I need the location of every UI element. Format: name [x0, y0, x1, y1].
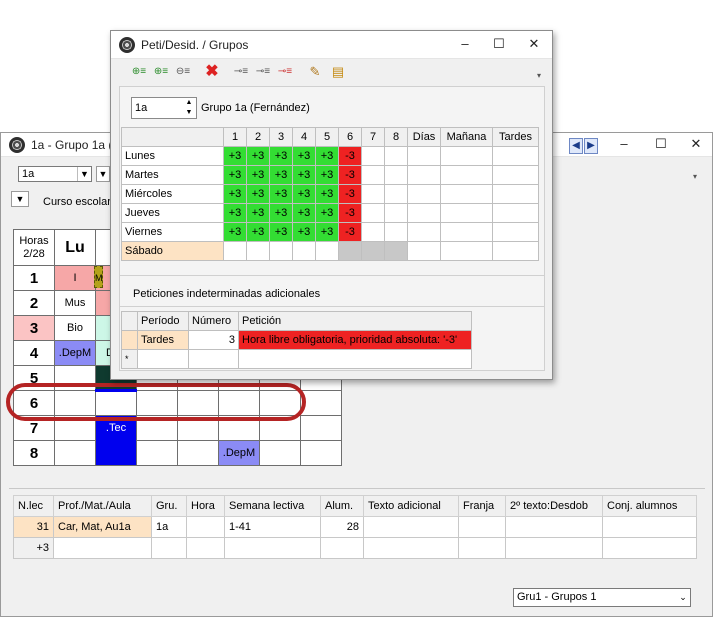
lesson-cell[interactable]: .DepM [54, 340, 96, 366]
day-label: Miércoles [121, 184, 224, 204]
day-label: Sábado [121, 241, 224, 261]
lesson-cell[interactable]: Bio [54, 315, 96, 341]
col-desdob[interactable]: 2º texto:Desdob [505, 495, 603, 517]
options-dropdown-button[interactable]: ▼ [11, 191, 29, 207]
school-year-label: Curso escolar: [43, 196, 114, 208]
lessons-header-row: N.lec Prof./Mat./Aula Gru. Hora Semana l… [13, 495, 697, 517]
toolbar-overflow-icon[interactable]: ▾ [693, 172, 697, 181]
additional-requests-grid: Período Número Petición Tardes 3 Hora li… [121, 311, 472, 369]
day-label: Jueves [121, 203, 224, 223]
col-nlec[interactable]: N.lec [13, 495, 54, 517]
highlight-oval [6, 383, 306, 421]
chevron-down-icon: ⌄ [679, 592, 687, 602]
col-alum[interactable]: Alum. [320, 495, 364, 517]
hours-header: Horas 2/28 [13, 229, 55, 266]
assign-all-icon[interactable]: ⊸≡ [253, 64, 273, 80]
back-window-title: 1a - Grupo 1a ( [31, 137, 113, 152]
additional-title: Peticiones indeterminadas adicionales [133, 288, 321, 300]
day-label: Viernes [121, 222, 224, 242]
chevron-down-icon: ▼ [77, 167, 91, 181]
lesson-cell-tec[interactable]: .Tec [95, 415, 137, 466]
lesson-cell[interactable]: Mus [54, 290, 96, 316]
col-gru[interactable]: Gru. [151, 495, 187, 517]
class-select-value: 1a [22, 168, 35, 180]
next-arrow-icon[interactable]: ▶ [584, 138, 598, 154]
col-franja[interactable]: Franja [458, 495, 506, 517]
requests-window: Peti/Desid. / Grupos – ☐ ✕ ⊕≡ ⊕≡ ⊖≡ ✖ ⊸≡… [110, 30, 553, 380]
period-1: 1 [13, 265, 55, 291]
untis-app-icon [119, 36, 135, 53]
table-row[interactable]: +3 [13, 537, 697, 559]
back-close-button[interactable]: ✕ [676, 133, 713, 155]
additional-header-row: Período Número Petición [121, 311, 472, 331]
day-row: Martes +3 +3 +3 +3 +3 -3 [121, 165, 539, 185]
period-3: 3 [13, 315, 55, 341]
lesson-marker: M [94, 266, 103, 288]
period-8: 8 [13, 440, 55, 466]
table-row[interactable]: * [121, 349, 472, 369]
day-row: Miércoles +3 +3 +3 +3 +3 -3 [121, 184, 539, 204]
period-4: 4 [13, 340, 55, 366]
period-2: 2 [13, 290, 55, 316]
col-conj[interactable]: Conj. alumnos [602, 495, 697, 517]
day-row: Sábado [121, 241, 539, 261]
time-request-grid: 1 2 3 4 5 6 7 8 Días Mañana Tardes Lunes… [121, 127, 539, 261]
lessons-grid: N.lec Prof./Mat./Aula Gru. Hora Semana l… [13, 495, 697, 559]
table-row[interactable]: 31 Car, Mat, Au1a 1a 1-41 28 [13, 516, 697, 538]
back-minimize-button[interactable]: – [604, 133, 644, 155]
front-close-button[interactable]: ✕ [514, 33, 554, 55]
spin-up-icon[interactable]: ▲ [182, 98, 196, 108]
day-row: Lunes +3 +3 +3 +3 +3 -3 [121, 146, 539, 166]
new-row-marker: * [121, 349, 138, 369]
col-prof[interactable]: Prof./Mat./Aula [53, 495, 152, 517]
divider [9, 488, 705, 489]
grid-header-row: 1 2 3 4 5 6 7 8 Días Mañana Tardes [121, 127, 539, 147]
toolbar-overflow-icon[interactable]: ▾ [537, 71, 541, 80]
class-select[interactable]: 1a ▼ [18, 166, 92, 182]
settings-icon[interactable]: ✎ [306, 64, 324, 80]
group-spin-input[interactable]: 1a ▲ ▼ [131, 97, 197, 119]
group-label: Grupo 1a (Fernández) [201, 102, 310, 114]
lesson-cell[interactable]: I [54, 265, 96, 291]
class-dropdown-button[interactable]: ▼ [96, 166, 110, 182]
lesson-cell[interactable]: .DepM [218, 440, 260, 466]
request-neutral-icon[interactable]: ⊖≡ [173, 64, 193, 80]
back-maximize-button[interactable]: ☐ [641, 133, 681, 155]
day-label: Lunes [121, 146, 224, 166]
day-header-lu[interactable]: Lu [54, 229, 96, 266]
front-maximize-button[interactable]: ☐ [479, 33, 519, 55]
day-row: Jueves +3 +3 +3 +3 +3 -3 [121, 203, 539, 223]
front-window-title: Peti/Desid. / Grupos [141, 37, 249, 52]
day-row: Viernes +3 +3 +3 +3 +3 -3 [121, 222, 539, 242]
untis-app-icon [9, 136, 25, 153]
remove-icon[interactable]: ⊸≡ [275, 64, 295, 80]
group-set-select[interactable]: Gru1 - Grupos 1 ⌄ [513, 588, 691, 607]
nav-arrows: ◀ ▶ [569, 138, 599, 154]
assign-icon[interactable]: ⊸≡ [231, 64, 251, 80]
request-plus-icon[interactable]: ⊕≡ [129, 64, 149, 80]
delete-icon[interactable]: ✖ [203, 64, 221, 80]
col-semana[interactable]: Semana lectiva [224, 495, 321, 517]
request-green-icon[interactable]: ⊕≡ [151, 64, 171, 80]
col-texto[interactable]: Texto adicional [363, 495, 459, 517]
prev-arrow-icon[interactable]: ◀ [569, 138, 583, 154]
table-row[interactable]: Tardes 3 Hora libre obligatoria, priorid… [121, 330, 472, 350]
spin-down-icon[interactable]: ▼ [182, 108, 196, 118]
list-edit-icon[interactable]: ▤ [329, 64, 347, 80]
group-set-value: Gru1 - Grupos 1 [517, 591, 597, 603]
col-hora[interactable]: Hora [186, 495, 225, 517]
day-label: Martes [121, 165, 224, 185]
